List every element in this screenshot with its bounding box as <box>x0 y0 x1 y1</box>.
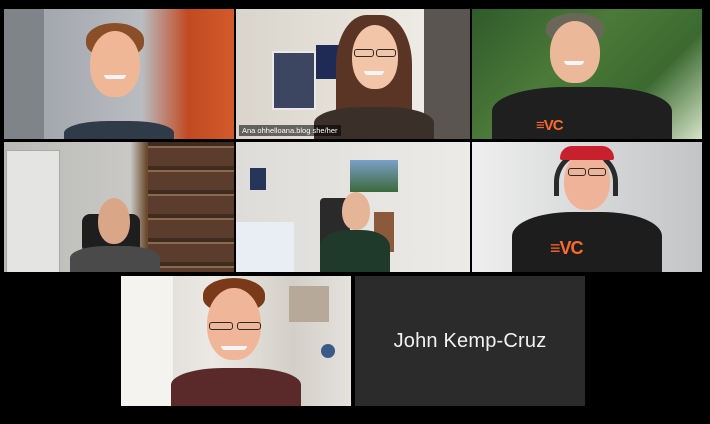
bed <box>236 222 294 272</box>
wall-clock <box>321 344 335 358</box>
participant-video-5 <box>236 142 470 272</box>
bookshelf <box>148 142 234 272</box>
participant-tile-2[interactable]: Ana ohhelloana.blog she/her <box>236 9 470 139</box>
shirt-logo-icon: ≡VC <box>550 238 584 258</box>
participant-name-label: Ana ohhelloana.blog she/her <box>239 125 341 136</box>
participant-video-3: ≡VC <box>472 9 702 139</box>
participant-tile-5[interactable] <box>236 142 470 272</box>
participant-name-placeholder: John Kemp-Cruz <box>393 329 547 352</box>
wall-shelf <box>289 286 329 322</box>
participant-video-6: ≡VC <box>472 142 702 272</box>
participant-video-7 <box>121 276 351 406</box>
participant-tile-4[interactable] <box>4 142 234 272</box>
participant-tile-6[interactable]: ≡VC <box>472 142 702 272</box>
participant-tile-8[interactable]: John Kemp-Cruz <box>355 276 585 406</box>
participant-video-1 <box>4 9 234 139</box>
wall-poster <box>272 51 316 110</box>
wall-poster <box>250 168 266 190</box>
participant-video-2 <box>236 9 470 139</box>
participant-tile-1[interactable] <box>4 9 234 139</box>
participant-tile-7[interactable] <box>121 276 351 406</box>
participant-tile-3[interactable]: ≡VC <box>472 9 702 139</box>
shirt-logo-icon: ≡VC <box>536 117 564 134</box>
wall-picture <box>350 160 398 192</box>
door <box>6 150 60 272</box>
participant-video-4 <box>4 142 234 272</box>
